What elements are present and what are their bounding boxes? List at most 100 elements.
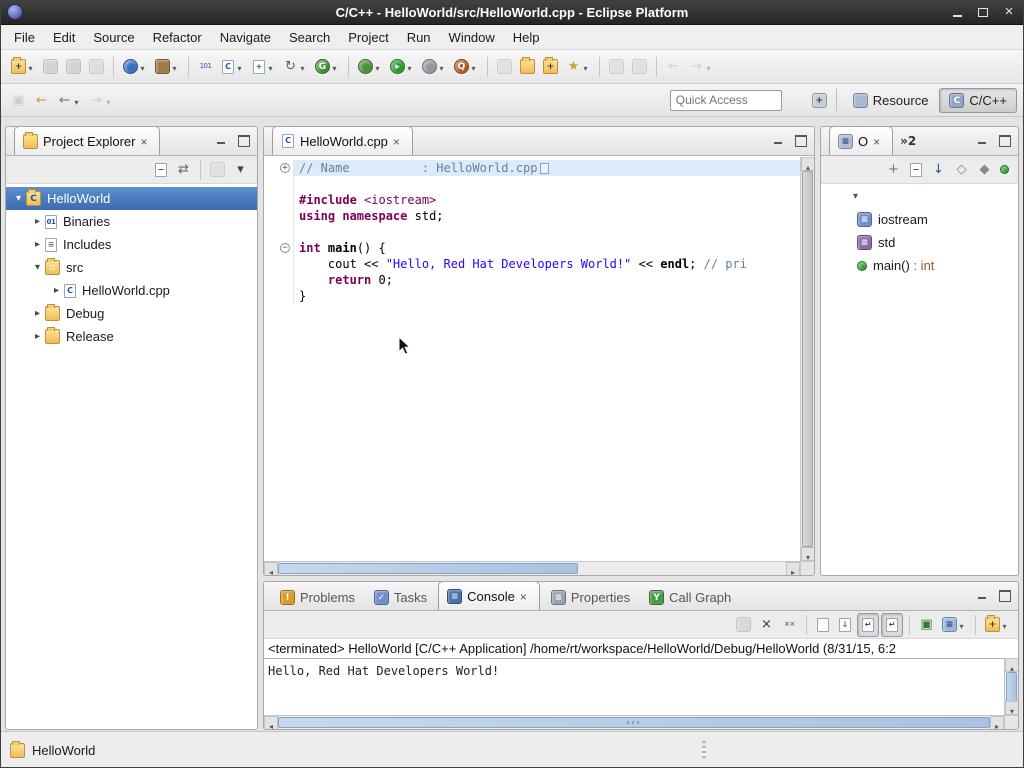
dropdown-arrow-icon[interactable] <box>957 617 966 632</box>
expand-arrow-icon[interactable] <box>50 279 63 302</box>
hide-static-members-button[interactable]: ◆ <box>974 158 995 182</box>
hide-non-public-members-button[interactable] <box>997 158 1012 182</box>
dropdown-arrow-icon[interactable] <box>266 59 275 74</box>
new-source-file-button[interactable]: + <box>249 55 278 79</box>
tab-outline[interactable]: ≡ O <box>829 126 893 155</box>
tab-problems[interactable]: !Problems <box>272 584 363 610</box>
tab-tasks[interactable]: ✓Tasks <box>366 584 435 610</box>
close-icon[interactable] <box>393 134 404 149</box>
tree-item-helloworld[interactable]: CHelloWorld <box>6 187 257 210</box>
quick-access-input[interactable] <box>670 90 782 111</box>
perspective-resource[interactable]: Resource <box>844 88 938 113</box>
hide-fields-button[interactable]: ◇ <box>951 158 972 182</box>
scrollbar-down-button[interactable] <box>1005 701 1019 715</box>
tab-console[interactable]: ≡Console <box>438 581 540 610</box>
resize-grip[interactable] <box>702 741 706 759</box>
collapse-all-button[interactable]: − <box>906 158 926 182</box>
scrollbar-up-button[interactable] <box>801 157 815 171</box>
perspective-c-c[interactable]: CC/C++ <box>939 88 1017 113</box>
console-horizontal-scrollbar[interactable] <box>264 715 1004 729</box>
fold-expand-icon[interactable] <box>280 163 290 173</box>
menu-window[interactable]: Window <box>440 27 504 48</box>
pin-console-button[interactable]: ▣ <box>916 613 937 637</box>
console-vertical-scrollbar[interactable] <box>1004 658 1018 715</box>
clear-console-button[interactable] <box>813 613 833 637</box>
scrollbar-thumb[interactable] <box>802 171 813 547</box>
code-editor[interactable]: // Name : HelloWorld.cpp#include <iostre… <box>264 157 800 561</box>
dropdown-arrow-icon[interactable] <box>704 59 713 74</box>
fold-collapse-icon[interactable] <box>280 243 290 253</box>
search-button[interactable]: ★ <box>563 55 593 79</box>
profile-button[interactable] <box>419 55 449 79</box>
tree-item-debug[interactable]: Debug <box>6 302 257 325</box>
view-menu-icon[interactable] <box>853 187 858 202</box>
last-edit-location-button[interactable]: ← <box>31 88 52 112</box>
run-button[interactable]: ▸ <box>387 55 417 79</box>
show-console-stderr-button[interactable]: ↵ <box>881 613 903 637</box>
close-icon[interactable] <box>140 134 151 149</box>
scroll-lock-button[interactable]: ↓ <box>835 613 855 637</box>
menu-project[interactable]: Project <box>339 27 397 48</box>
menu-help[interactable]: Help <box>504 27 549 48</box>
close-icon[interactable] <box>873 134 884 149</box>
build-all-button[interactable] <box>152 55 182 79</box>
outline-item-iostream[interactable]: ≡iostream <box>821 208 1018 231</box>
dropdown-arrow-icon[interactable] <box>104 93 113 108</box>
menu-source[interactable]: Source <box>84 27 143 48</box>
scrollbar-thumb[interactable] <box>278 563 578 574</box>
scrollbar-thumb[interactable] <box>278 717 990 728</box>
minimize-view-button[interactable] <box>974 587 990 603</box>
menu-refactor[interactable]: Refactor <box>144 27 211 48</box>
tree-item-includes[interactable]: ≡Includes <box>6 233 257 256</box>
dropdown-arrow-icon[interactable] <box>235 59 244 74</box>
dropdown-arrow-icon[interactable] <box>1000 617 1009 632</box>
menu-run[interactable]: Run <box>398 27 440 48</box>
dropdown-arrow-icon[interactable] <box>26 59 35 74</box>
maximize-view-button[interactable] <box>236 132 252 148</box>
folded-region-indicator[interactable] <box>540 163 549 174</box>
scrollbar-left-button[interactable] <box>264 562 278 576</box>
tree-item-helloworld-cpp[interactable]: CHelloWorld.cpp <box>6 279 257 302</box>
debug-configurations-button[interactable] <box>120 55 150 79</box>
dropdown-arrow-icon[interactable] <box>138 59 147 74</box>
maximize-view-button[interactable] <box>997 132 1013 148</box>
scrollbar-up-button[interactable] <box>1005 658 1019 672</box>
tree-item-binaries[interactable]: 01Binaries <box>6 210 257 233</box>
dropdown-arrow-icon[interactable] <box>469 59 478 74</box>
scrollbar-right-button[interactable] <box>786 562 800 576</box>
tree-item-src[interactable]: ▫src <box>6 256 257 279</box>
tab-project-explorer[interactable]: Project Explorer <box>14 126 160 155</box>
editor-vertical-scrollbar[interactable] <box>800 157 814 561</box>
open-console-button[interactable]: + <box>982 613 1012 637</box>
remove-launch-button[interactable]: × <box>756 613 777 637</box>
window-close-button[interactable] <box>1000 3 1018 21</box>
menu-navigate[interactable]: Navigate <box>211 27 280 48</box>
menu-search[interactable]: Search <box>280 27 339 48</box>
dropdown-arrow-icon[interactable] <box>298 59 307 74</box>
collapse-arrow-icon[interactable] <box>12 187 25 210</box>
open-perspective-button[interactable]: + <box>809 88 830 112</box>
link-with-editor-button[interactable]: ⇄ <box>173 158 194 182</box>
console-output[interactable]: Hello, Red Hat Developers World! <box>264 659 1004 683</box>
dropdown-arrow-icon[interactable] <box>437 59 446 74</box>
maximize-view-button[interactable] <box>997 587 1013 603</box>
tab-properties[interactable]: ≡Properties <box>543 584 638 610</box>
expand-arrow-icon[interactable] <box>31 302 44 325</box>
back-history-button[interactable]: ← <box>54 88 84 112</box>
outline-item-std[interactable]: ≡std <box>821 231 1018 254</box>
expand-arrow-icon[interactable] <box>31 325 44 348</box>
outline-item-main[interactable]: main() : int <box>821 254 1018 277</box>
dropdown-arrow-icon[interactable] <box>405 59 414 74</box>
expand-all-button[interactable]: + <box>883 158 904 182</box>
scrollbar-left-button[interactable] <box>264 716 278 730</box>
run-coverage-button[interactable]: Q <box>451 55 481 79</box>
collapse-arrow-icon[interactable] <box>31 256 44 279</box>
close-icon[interactable] <box>520 589 531 604</box>
refresh-index-button[interactable]: ↻ <box>280 55 310 79</box>
menu-edit[interactable]: Edit <box>44 27 84 48</box>
sort-button[interactable]: ↓ <box>928 158 949 182</box>
editor-horizontal-scrollbar[interactable] <box>264 561 800 575</box>
view-menu-button[interactable]: ▾ <box>230 158 251 182</box>
scrollbar-down-button[interactable] <box>801 547 815 561</box>
binary-files-button[interactable]: 101 <box>195 55 216 79</box>
